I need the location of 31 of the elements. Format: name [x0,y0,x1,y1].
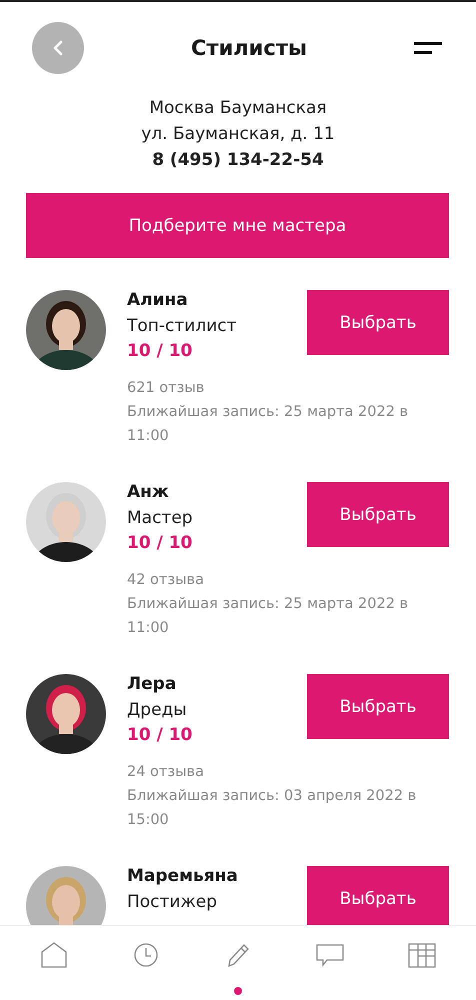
next-appointment: Ближайшая запись: 25 марта 2022 в 11:00 [127,403,410,446]
next-appointment: Ближайшая запись: 03 апреля 2022 в 15:00 [127,787,418,830]
stylist-name: Маремьяна [127,865,238,888]
stylist-rating: 10 / 10 [127,340,194,363]
salon-name: Москва Бауманская [148,97,328,120]
match-master-button[interactable]: Подберите мне мастера [26,193,449,258]
stylist-role: Топ-стилист [127,315,236,338]
review-count: 42 отзыва [127,571,205,590]
stylist-name: Лера [127,673,178,696]
stylist-role: Дреды [127,699,188,722]
stylist-role: Постижер [127,891,218,914]
select-button[interactable]: Выбрать [307,482,449,547]
menu-icon[interactable] [414,41,442,55]
select-button[interactable]: Выбрать [307,674,449,739]
select-button[interactable]: Выбрать [307,290,449,355]
next-appointment: Ближайшая запись: 25 марта 2022 в 11:00 [127,595,410,638]
select-button[interactable]: Выбрать [307,866,449,925]
page-title: Стилисты [190,36,308,60]
stylist-name: Алина [127,289,189,312]
stylist-rating: 10 / 10 [127,724,192,747]
review-count: 24 отзыва [127,763,205,782]
chevron-left-icon [53,40,63,56]
back-button[interactable] [32,22,84,74]
home-icon [39,940,69,970]
salon-phone: 8 (495) 134-22-54 [151,149,325,172]
review-count: 621 отзыв [127,379,206,398]
stylist-role: Мастер [127,507,193,530]
active-indicator-dot [234,987,242,995]
salon-address: ул. Бауманская, д. 11 [140,123,336,146]
stylist-name: Анж [127,481,170,504]
stylist-rating: 10 / 10 [127,532,193,555]
